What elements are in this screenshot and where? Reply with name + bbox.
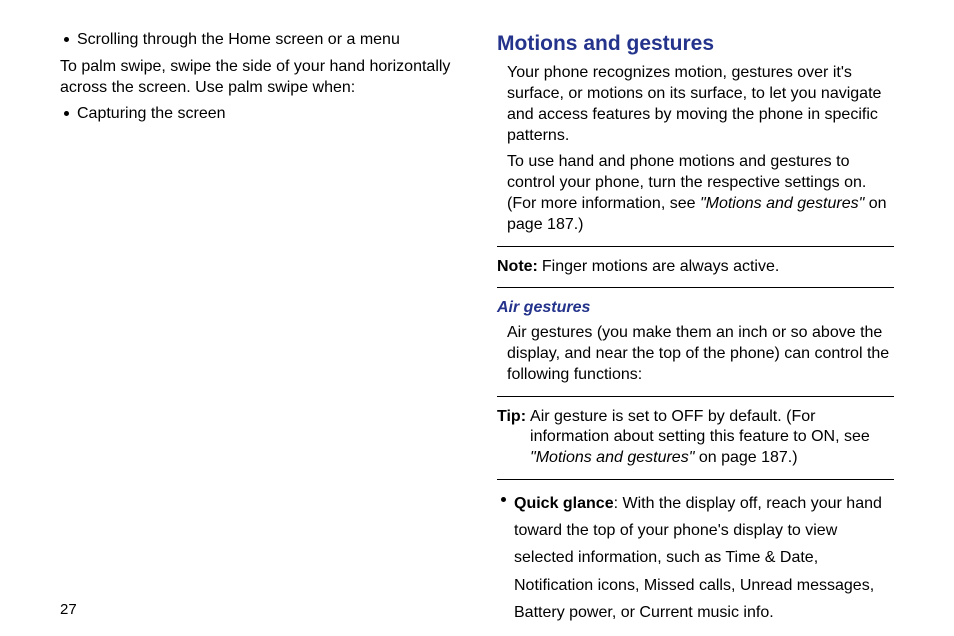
text-run: on page 187.): [694, 449, 797, 466]
cross-reference: "Motions and gestures": [700, 195, 864, 212]
paragraph: Your phone recognizes motion, gestures o…: [507, 63, 894, 146]
page-number: 27: [60, 601, 77, 618]
tip-body: Air gesture is set to OFF by default. (F…: [530, 407, 894, 469]
list-item: Scrolling through the Home screen or a m…: [60, 30, 457, 51]
divider: [497, 246, 894, 247]
divider: [497, 396, 894, 397]
list-item: Capturing the screen: [60, 104, 457, 125]
cross-reference: "Motions and gestures": [530, 449, 694, 466]
note-block: Note: Finger motions are always active.: [497, 257, 894, 278]
bullet-text: Capturing the screen: [77, 104, 457, 125]
text-run: Air gesture is set to OFF by default. (F…: [530, 408, 870, 446]
bullet-icon: [64, 37, 69, 42]
subsection-heading-air-gestures: Air gestures: [497, 298, 894, 319]
feature-name: Quick glance: [514, 495, 614, 512]
paragraph: To palm swipe, swipe the side of your ha…: [60, 57, 457, 99]
manual-page: Scrolling through the Home screen or a m…: [0, 0, 954, 636]
divider: [497, 287, 894, 288]
subsection-body: Air gestures (you make them an inch or s…: [507, 323, 894, 385]
list-item-quick-glance: Quick glance: With the display off, reac…: [497, 490, 894, 626]
two-column-layout: Scrolling through the Home screen or a m…: [60, 30, 894, 632]
paragraph: To use hand and phone motions and gestur…: [507, 152, 894, 235]
bullet-text: Quick glance: With the display off, reac…: [514, 490, 894, 626]
divider: [497, 479, 894, 480]
bullet-icon: [64, 111, 69, 116]
section-body: Your phone recognizes motion, gestures o…: [507, 63, 894, 235]
feature-description: : With the display off, reach your hand …: [514, 495, 882, 621]
paragraph: Air gestures (you make them an inch or s…: [507, 323, 894, 385]
tip-block: Tip: Air gesture is set to OFF by defaul…: [497, 407, 894, 469]
section-heading-motions: Motions and gestures: [497, 30, 894, 57]
bullet-icon: [501, 497, 506, 502]
right-column: Motions and gestures Your phone recogniz…: [497, 30, 894, 632]
left-column: Scrolling through the Home screen or a m…: [60, 30, 457, 632]
tip-label: Tip:: [497, 407, 526, 428]
note-body: Finger motions are always active.: [542, 257, 779, 278]
note-label: Note:: [497, 257, 538, 278]
bullet-text: Scrolling through the Home screen or a m…: [77, 30, 457, 51]
